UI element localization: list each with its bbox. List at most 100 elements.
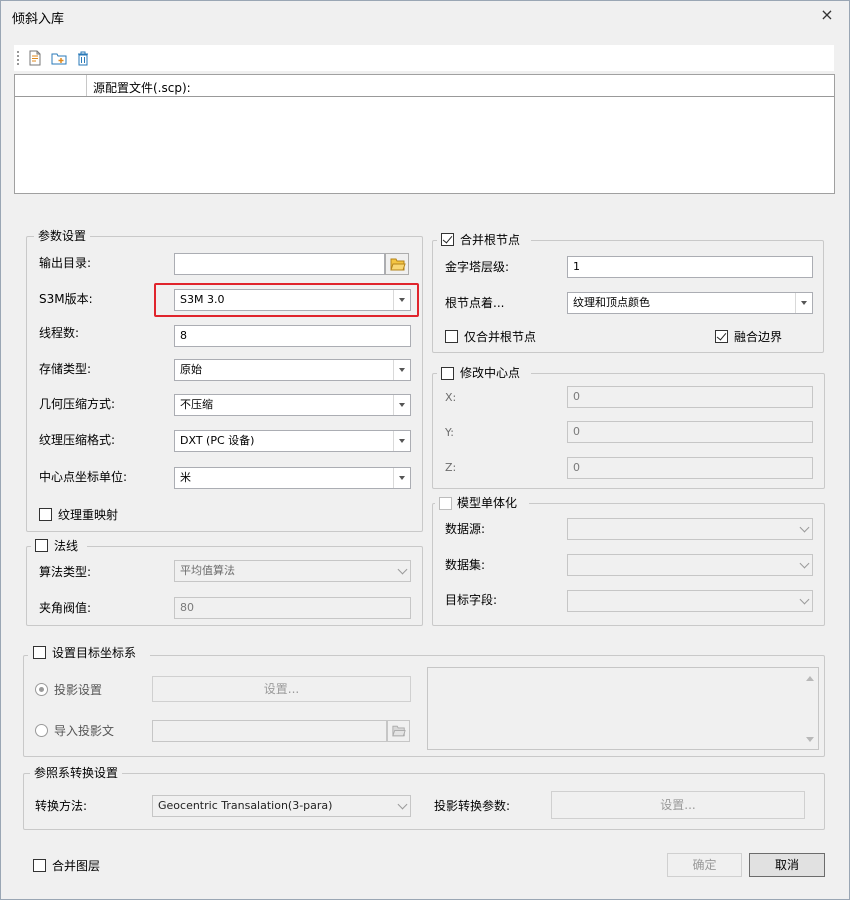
chevron-down-icon [393, 431, 410, 451]
storage-type-value: 原始 [180, 363, 202, 376]
center-title: 修改中心点 [460, 366, 521, 380]
normals-title: 法线 [54, 539, 79, 553]
geom-compress-select[interactable]: 不压缩 [174, 394, 411, 416]
dataset-select[interactable] [567, 554, 813, 576]
datasource-label: 数据源: [445, 522, 486, 536]
normals-checkbox[interactable] [35, 539, 48, 552]
folder-open-icon [392, 725, 406, 737]
params-group-title: 参数设置 [34, 228, 91, 244]
center-unit-label: 中心点坐标单位: [39, 470, 128, 484]
center-unit-select[interactable]: 米 [174, 467, 411, 489]
cancel-button[interactable]: 取消 [749, 853, 825, 877]
close-icon[interactable]: × [818, 6, 836, 24]
merge-border-checkbox[interactable] [715, 330, 728, 343]
target-field-label: 目标字段: [445, 593, 498, 607]
storage-type-label: 存储类型: [39, 362, 92, 376]
y-label: Y: [445, 426, 454, 439]
pyramid-level-input[interactable]: 1 [567, 256, 813, 278]
z-input[interactable]: 0 [567, 457, 813, 479]
geom-compress-value: 不压缩 [180, 398, 213, 411]
grid-header: 源配置文件(.scp): [15, 75, 834, 97]
datasource-select[interactable] [567, 518, 813, 540]
proj-params-button[interactable]: 设置... [551, 791, 805, 819]
scroll-down-icon[interactable] [806, 737, 814, 742]
only-root-checkbox[interactable] [445, 330, 458, 343]
import-proj-input[interactable] [152, 720, 387, 742]
model-checkbox[interactable] [439, 497, 452, 510]
texture-compress-label: 纹理压缩格式: [39, 433, 116, 447]
texture-compress-select[interactable]: DXT (PC 设备) [174, 430, 411, 452]
ref-transform-title: 参照系转换设置 [30, 765, 123, 781]
crs-description-textarea[interactable] [427, 667, 819, 750]
texture-compress-value: DXT (PC 设备) [180, 434, 255, 447]
import-proj-label: 导入投影文 [54, 724, 115, 738]
target-crs-title: 设置目标坐标系 [52, 646, 137, 660]
target-field-select[interactable] [567, 590, 813, 612]
center-unit-value: 米 [180, 471, 191, 484]
toolbar-grip [17, 51, 19, 65]
grid-header-blank [15, 75, 87, 96]
root-color-label: 根节点着... [445, 296, 505, 310]
chevron-down-icon [795, 293, 812, 313]
transform-method-select[interactable]: Geocentric Transalation(3-para) [152, 795, 411, 817]
scroll-up-icon[interactable] [806, 676, 814, 681]
target-crs-checkbox[interactable] [33, 646, 46, 659]
s3m-version-label: S3M版本: [39, 292, 93, 306]
folder-open-icon [390, 258, 406, 271]
angle-threshold-input[interactable]: 80 [174, 597, 411, 619]
threads-label: 线程数: [39, 326, 80, 340]
x-input[interactable]: 0 [567, 386, 813, 408]
only-root-label: 仅合并根节点 [464, 330, 537, 344]
algo-type-select[interactable]: 平均值算法 [174, 560, 411, 582]
chevron-down-icon [393, 468, 410, 488]
window-title: 倾斜入库 [12, 12, 65, 27]
geom-compress-label: 几何压缩方式: [39, 397, 116, 411]
proj-params-label: 投影转换参数: [434, 799, 511, 813]
transform-method-value: Geocentric Transalation(3-para) [158, 799, 333, 812]
texture-remap-checkbox[interactable] [39, 508, 52, 521]
ok-button[interactable]: 确定 [667, 853, 742, 877]
delete-icon[interactable] [75, 50, 91, 66]
algo-type-label: 算法类型: [39, 565, 92, 579]
toolbar [14, 45, 834, 71]
s3m-version-value: S3M 3.0 [180, 293, 225, 306]
chevron-down-icon [393, 290, 410, 310]
grid-header-scp: 源配置文件(.scp): [93, 81, 191, 95]
merge-root-checkbox[interactable] [441, 233, 454, 246]
y-input[interactable]: 0 [567, 421, 813, 443]
proj-setting-button[interactable]: 设置... [152, 676, 411, 702]
import-proj-radio[interactable] [35, 724, 48, 737]
chevron-down-icon [394, 796, 410, 816]
root-color-value: 纹理和顶点颜色 [573, 296, 650, 309]
chevron-down-icon [796, 519, 812, 539]
proj-setting-label: 投影设置 [54, 683, 103, 697]
merge-layers-checkbox[interactable] [33, 859, 46, 872]
center-checkbox[interactable] [441, 367, 454, 380]
angle-threshold-label: 夹角阀值: [39, 601, 92, 615]
output-dir-input[interactable] [174, 253, 385, 275]
chevron-down-icon [393, 395, 410, 415]
storage-type-select[interactable]: 原始 [174, 359, 411, 381]
add-file-icon[interactable] [27, 50, 43, 66]
merge-border-label: 融合边界 [734, 330, 783, 344]
algo-type-value: 平均值算法 [180, 564, 235, 577]
root-color-select[interactable]: 纹理和顶点颜色 [567, 292, 813, 314]
add-folder-icon[interactable] [51, 50, 67, 66]
output-dir-label: 输出目录: [39, 256, 92, 270]
s3m-version-select[interactable]: S3M 3.0 [174, 289, 411, 311]
model-title: 模型单体化 [457, 496, 518, 510]
proj-setting-radio[interactable] [35, 683, 48, 696]
threads-input[interactable]: 8 [174, 325, 411, 347]
merge-root-title: 合并根节点 [460, 233, 521, 247]
dataset-label: 数据集: [445, 558, 486, 572]
z-label: Z: [445, 461, 457, 474]
import-proj-browse-button[interactable] [387, 720, 410, 742]
pyramid-level-label: 金字塔层级: [445, 260, 510, 274]
chevron-down-icon [796, 555, 812, 575]
x-label: X: [445, 391, 457, 404]
chevron-down-icon [393, 360, 410, 380]
browse-folder-button[interactable] [385, 253, 409, 275]
texture-remap-label: 纹理重映射 [58, 508, 119, 522]
merge-layers-label: 合并图层 [52, 859, 101, 873]
scp-file-grid[interactable]: 源配置文件(.scp): [14, 74, 835, 194]
